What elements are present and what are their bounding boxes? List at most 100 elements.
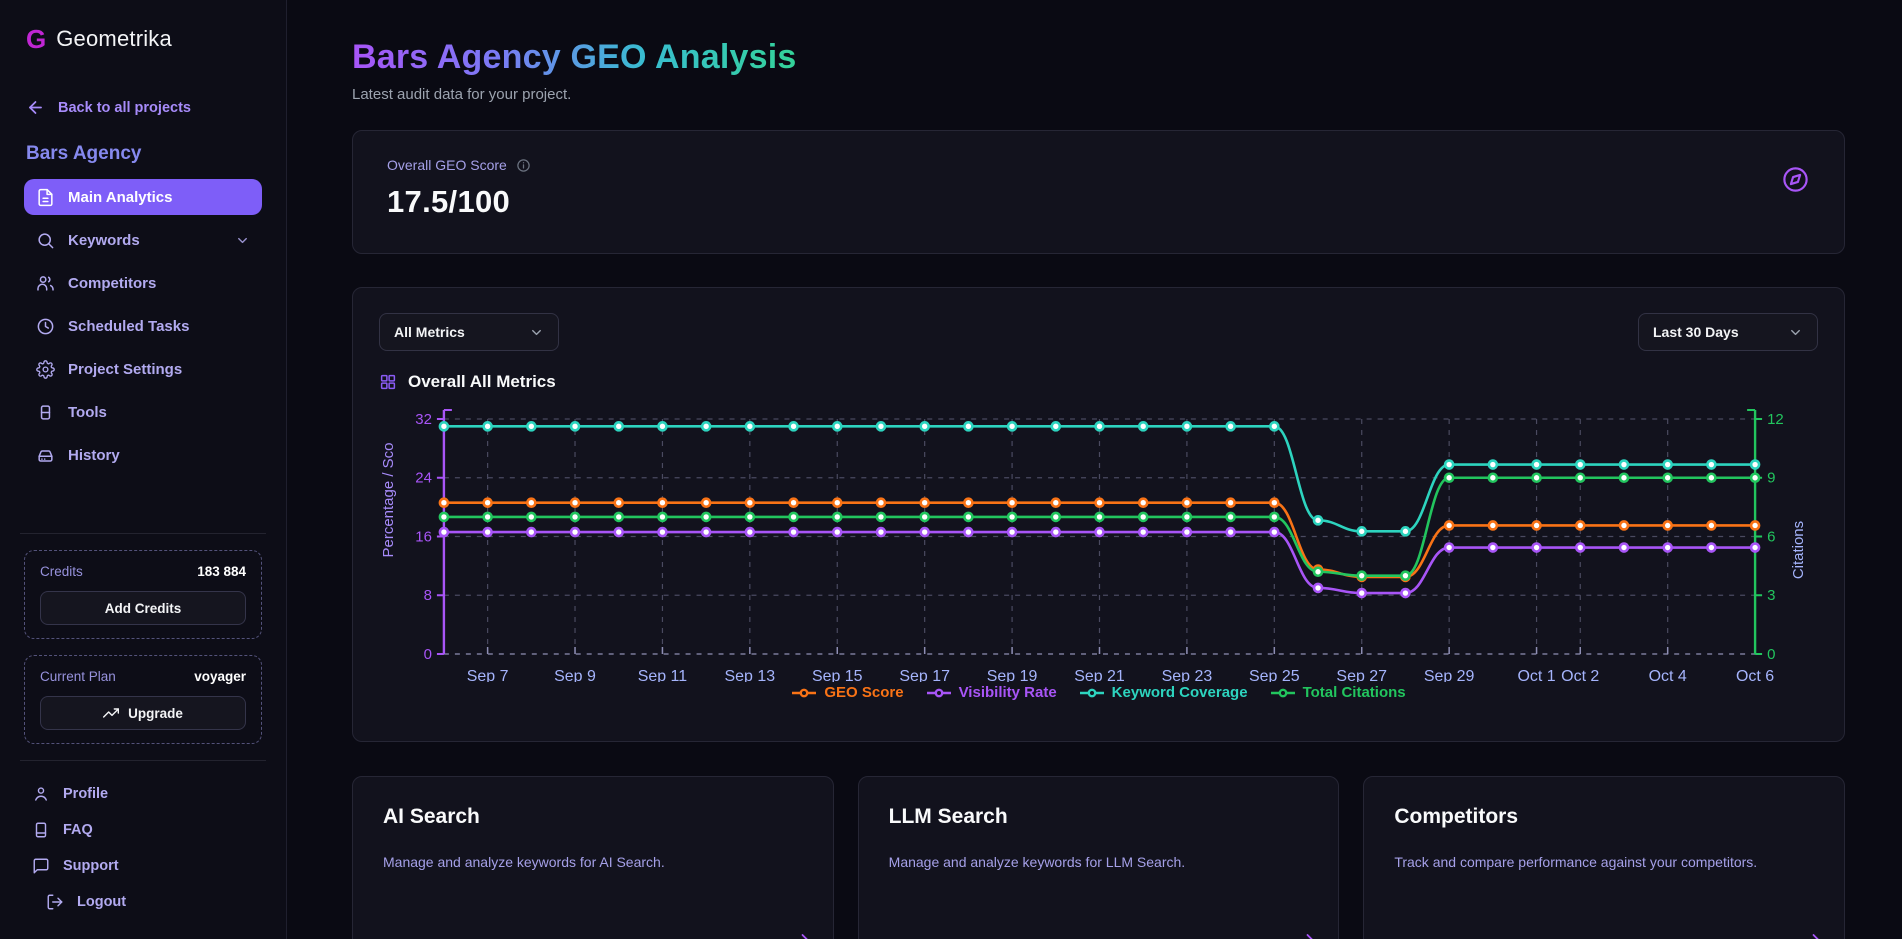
sidebar-divider xyxy=(20,533,266,534)
sidebar-item-label: Competitors xyxy=(68,275,156,292)
legend-label: GEO Score xyxy=(824,684,903,701)
card-title: AI Search xyxy=(383,805,803,829)
metrics-chart-card: All Metrics Last 30 Days Overall All Met… xyxy=(352,287,1845,742)
app-logo: G Geometrika xyxy=(26,26,260,52)
svg-text:12: 12 xyxy=(1767,411,1784,428)
date-range-dropdown[interactable]: Last 30 Days xyxy=(1638,313,1818,351)
svg-text:Sep 7: Sep 7 xyxy=(467,668,509,682)
svg-text:16: 16 xyxy=(415,528,432,545)
compass-icon[interactable] xyxy=(1781,165,1810,194)
chevron-down-icon[interactable] xyxy=(235,233,250,248)
svg-text:Sep 23: Sep 23 xyxy=(1162,668,1213,682)
chart-legend: GEO Score Visibility Rate Keyword Coverage… xyxy=(379,684,1818,701)
overall-geo-score-card: Overall GEO Score 17.5/100 xyxy=(352,130,1845,254)
info-icon[interactable] xyxy=(516,158,531,173)
legend-marker-icon xyxy=(1079,687,1105,699)
legend-marker-icon xyxy=(926,687,952,699)
page-subtitle: Latest audit data for your project. xyxy=(352,86,1845,103)
search-icon xyxy=(36,231,55,250)
sidebar-item-faq[interactable]: FAQ xyxy=(24,813,262,847)
sidebar-item-scheduled-tasks[interactable]: Scheduled Tasks xyxy=(24,308,262,344)
svg-text:Oct 2: Oct 2 xyxy=(1561,668,1599,682)
chevron-down-icon xyxy=(529,325,544,340)
svg-text:9: 9 xyxy=(1767,470,1775,487)
svg-text:8: 8 xyxy=(424,587,432,604)
gear-icon xyxy=(36,360,55,379)
logo-mark-icon: G xyxy=(26,26,46,52)
people-icon xyxy=(36,274,55,293)
plan-value: voyager xyxy=(194,669,246,684)
svg-text:Sep 21: Sep 21 xyxy=(1074,668,1125,682)
competitors-card[interactable]: Competitors Track and compare performanc… xyxy=(1363,776,1845,939)
llm-search-card[interactable]: LLM Search Manage and analyze keywords f… xyxy=(858,776,1340,939)
credits-value: 183 884 xyxy=(197,564,246,579)
svg-text:32: 32 xyxy=(415,411,432,428)
sidebar-item-keywords[interactable]: Keywords xyxy=(24,222,262,258)
sidebar-item-tools[interactable]: Tools xyxy=(24,394,262,430)
legend-label: Keyword Coverage xyxy=(1112,684,1248,701)
ai-search-card[interactable]: AI Search Manage and analyze keywords fo… xyxy=(352,776,834,939)
svg-text:6: 6 xyxy=(1767,528,1775,545)
chevron-down-icon xyxy=(1788,325,1803,340)
legend-item-visibility-rate[interactable]: Visibility Rate xyxy=(926,684,1057,701)
sidebar-item-profile[interactable]: Profile xyxy=(24,777,262,811)
legend-marker-icon xyxy=(791,687,817,699)
svg-text:0: 0 xyxy=(1767,646,1775,663)
logout-icon xyxy=(46,893,64,911)
svg-text:Citations: Citations xyxy=(1790,521,1807,579)
score-value: 17.5/100 xyxy=(387,184,1810,220)
back-to-projects-link[interactable]: Back to all projects xyxy=(26,98,260,117)
legend-item-geo-score[interactable]: GEO Score xyxy=(791,684,903,701)
sidebar: G Geometrika Back to all projects Bars A… xyxy=(0,0,287,939)
metric-filter-dropdown[interactable]: All Metrics xyxy=(379,313,559,351)
credits-box: Credits 183 884 Add Credits xyxy=(24,550,262,639)
sidebar-item-history[interactable]: History xyxy=(24,437,262,473)
plan-label: Current Plan xyxy=(40,669,116,684)
sidebar-item-label: Keywords xyxy=(68,232,140,249)
svg-text:Sep 15: Sep 15 xyxy=(812,668,863,682)
svg-text:0: 0 xyxy=(424,646,432,663)
svg-text:Sep 25: Sep 25 xyxy=(1249,668,1300,682)
document-icon xyxy=(36,188,55,207)
svg-text:Percentage / Sco: Percentage / Sco xyxy=(380,443,397,558)
chevron-right-icon[interactable] xyxy=(1300,930,1320,939)
back-link-label: Back to all projects xyxy=(58,100,191,116)
footer-item-label: Profile xyxy=(63,786,108,802)
svg-text:Oct 4: Oct 4 xyxy=(1649,668,1687,682)
sidebar-item-support[interactable]: Support xyxy=(24,849,262,883)
score-label: Overall GEO Score xyxy=(387,157,507,173)
card-title: LLM Search xyxy=(889,805,1309,829)
card-description: Manage and analyze keywords for AI Searc… xyxy=(383,854,803,870)
sidebar-item-label: Scheduled Tasks xyxy=(68,318,189,335)
credits-label: Credits xyxy=(40,564,83,579)
logo-text: Geometrika xyxy=(56,26,172,52)
chart-title: Overall All Metrics xyxy=(408,372,556,392)
svg-text:24: 24 xyxy=(415,470,432,487)
drive-icon xyxy=(36,446,55,465)
svg-text:Sep 29: Sep 29 xyxy=(1424,668,1475,682)
sidebar-item-label: Tools xyxy=(68,404,107,421)
svg-text:3: 3 xyxy=(1767,587,1775,604)
trending-up-icon xyxy=(103,705,119,721)
chat-icon xyxy=(32,857,50,875)
chevron-right-icon[interactable] xyxy=(1806,930,1826,939)
svg-text:Sep 9: Sep 9 xyxy=(554,668,596,682)
sidebar-item-logout[interactable]: Logout xyxy=(24,885,262,919)
chevron-right-icon[interactable] xyxy=(795,930,815,939)
card-title: Competitors xyxy=(1394,805,1814,829)
legend-item-keyword-coverage[interactable]: Keyword Coverage xyxy=(1079,684,1248,701)
sidebar-item-competitors[interactable]: Competitors xyxy=(24,265,262,301)
footer-item-label: Logout xyxy=(77,894,126,910)
sidebar-item-project-settings[interactable]: Project Settings xyxy=(24,351,262,387)
sidebar-item-main-analytics[interactable]: Main Analytics xyxy=(24,179,262,215)
svg-text:Oct 6: Oct 6 xyxy=(1736,668,1774,682)
sidebar-item-label: Project Settings xyxy=(68,361,182,378)
sidebar-nav: Main Analytics Keywords Competitors Sche… xyxy=(24,179,262,473)
svg-text:Sep 19: Sep 19 xyxy=(987,668,1038,682)
svg-text:Sep 17: Sep 17 xyxy=(899,668,950,682)
legend-item-total-citations[interactable]: Total Citations xyxy=(1270,684,1406,701)
add-credits-button[interactable]: Add Credits xyxy=(40,591,246,625)
card-description: Manage and analyze keywords for LLM Sear… xyxy=(889,854,1309,870)
upgrade-button[interactable]: Upgrade xyxy=(40,696,246,730)
card-description: Track and compare performance against yo… xyxy=(1394,854,1814,870)
